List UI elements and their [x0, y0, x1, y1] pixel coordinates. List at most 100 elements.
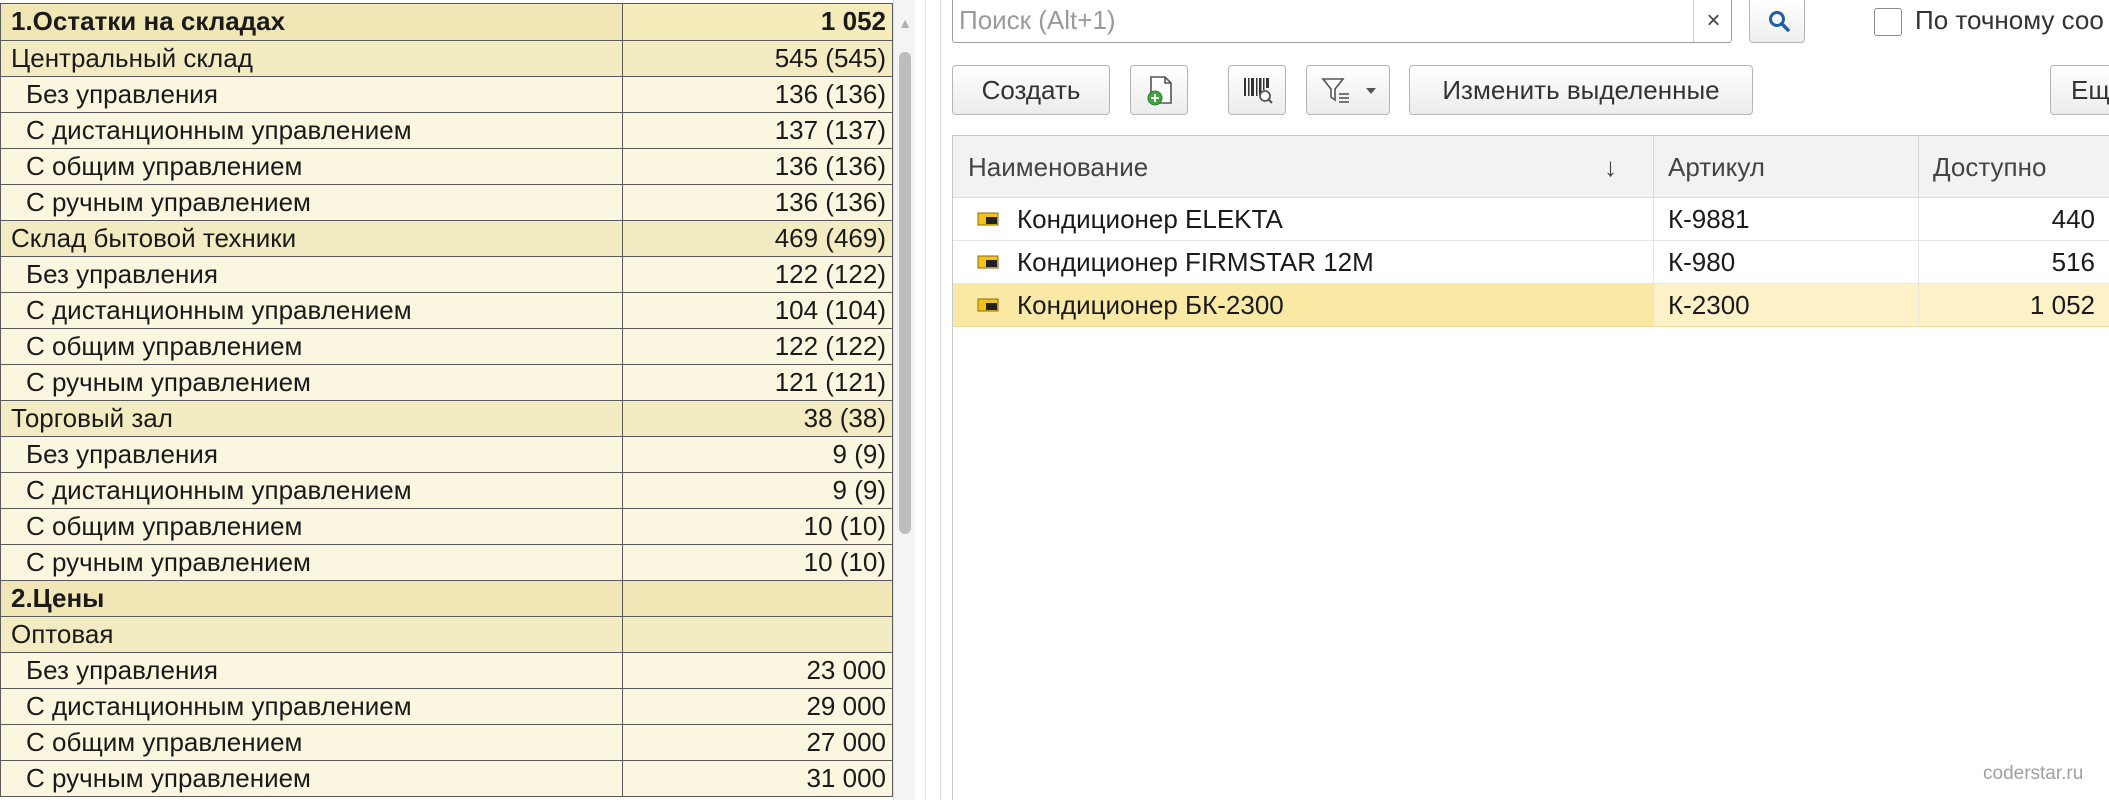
filter-dropdown-button[interactable]: [1306, 65, 1390, 115]
report-table: 1.Остатки на складах 1 052 Центральный скл…: [0, 3, 893, 797]
report-row-name: Торговый зал: [0, 401, 623, 436]
report-row[interactable]: С общим управлением 136 (136): [0, 149, 893, 185]
product-list-panel: × По точному соо Создать: [942, 0, 2109, 800]
report-row[interactable]: С дистанционным управлением 9 (9): [0, 473, 893, 509]
report-row[interactable]: Торговый зал 38 (38): [0, 401, 893, 437]
cell-divider: [1918, 284, 1919, 327]
exact-match-checkbox[interactable]: [1874, 8, 1902, 36]
report-row-value: [623, 617, 893, 652]
report-row-name: Без управления: [0, 77, 623, 112]
report-row-name: Склад бытовой техники: [0, 221, 623, 256]
barcode-icon: [1244, 78, 1273, 104]
table-row[interactable]: Кондиционер ELEKTA К-9881 440: [953, 198, 2109, 241]
scrollbar-thumb[interactable]: [899, 52, 911, 534]
edit-selected-button[interactable]: Изменить выделенные: [1409, 65, 1753, 115]
clear-search-button[interactable]: ×: [1693, 0, 1733, 42]
report-row-value: 23 000: [623, 653, 893, 688]
report-row-value: 545 (545): [623, 41, 893, 76]
table-row[interactable]: Кондиционер FIRMSTAR 12M К-980 516: [953, 241, 2109, 284]
report-row-name: С общим управлением: [0, 725, 623, 760]
search-button[interactable]: [1749, 0, 1805, 43]
report-row-value: 136 (136): [623, 185, 893, 220]
report-row-value: 104 (104): [623, 293, 893, 328]
report-row[interactable]: С ручным управлением 121 (121): [0, 365, 893, 401]
report-row[interactable]: Без управления 23 000: [0, 653, 893, 689]
report-row[interactable]: С ручным управлением 10 (10): [0, 545, 893, 581]
column-header-name[interactable]: Наименование: [968, 136, 1148, 198]
report-row[interactable]: С дистанционным управлением 104 (104): [0, 293, 893, 329]
report-row-value: 9 (9): [623, 473, 893, 508]
report-row-value: 29 000: [623, 689, 893, 724]
cell-divider: [1918, 241, 1919, 284]
report-row-name: С общим управлением: [0, 149, 623, 184]
report-row-value: 1 052: [623, 4, 893, 40]
report-row[interactable]: С дистанционным управлением 137 (137): [0, 113, 893, 149]
report-row[interactable]: С ручным управлением 31 000: [0, 761, 893, 797]
report-row[interactable]: С дистанционным управлением 29 000: [0, 689, 893, 725]
report-row[interactable]: С ручным управлением 136 (136): [0, 185, 893, 221]
table-row[interactable]: Кондиционер БК-2300 К-2300 1 052: [953, 284, 2109, 327]
cell-name: Кондиционер БК-2300: [1017, 290, 1284, 320]
product-item-icon: [977, 255, 999, 269]
product-item-icon: [977, 212, 999, 226]
cell-divider: [1918, 198, 1919, 241]
report-row-name: С общим управлением: [0, 509, 623, 544]
report-scrollbar[interactable]: ▲: [893, 0, 915, 800]
report-row[interactable]: Центральный склад 545 (545): [0, 41, 893, 77]
cell-divider: [1653, 241, 1654, 284]
cell-divider: [1653, 198, 1654, 241]
report-row[interactable]: 1.Остатки на складах 1 052: [0, 3, 893, 41]
report-row[interactable]: Склад бытовой техники 469 (469): [0, 221, 893, 257]
more-button[interactable]: Ещ: [2050, 65, 2109, 115]
product-grid: Наименование ↓ Артикул Доступно Кондицио…: [952, 135, 2109, 800]
column-divider[interactable]: [1653, 136, 1654, 198]
column-header-available[interactable]: Доступно: [1933, 136, 2046, 198]
report-row-value: 469 (469): [623, 221, 893, 256]
copy-button[interactable]: [1130, 65, 1188, 115]
sort-descending-icon[interactable]: ↓: [1604, 136, 1617, 198]
barcode-search-button[interactable]: [1228, 65, 1286, 115]
cell-divider: [1653, 284, 1654, 327]
scroll-up-arrow-icon[interactable]: ▲: [894, 8, 916, 38]
report-row[interactable]: 2.Цены: [0, 581, 893, 617]
report-row-value: 38 (38): [623, 401, 893, 436]
column-header-article[interactable]: Артикул: [1668, 136, 1765, 198]
report-row-value: 136 (136): [623, 77, 893, 112]
cell-article: К-980: [1668, 247, 1736, 277]
create-button[interactable]: Создать: [952, 65, 1110, 115]
report-row-value: 9 (9): [623, 437, 893, 472]
grid-header: Наименование ↓ Артикул Доступно: [953, 136, 2109, 198]
report-row-name: С общим управлением: [0, 329, 623, 364]
report-row-value: 10 (10): [623, 509, 893, 544]
report-row-name: С дистанционным управлением: [0, 113, 623, 148]
report-row-name: Без управления: [0, 437, 623, 472]
column-divider[interactable]: [1918, 136, 1919, 198]
report-row-name: Без управления: [0, 257, 623, 292]
search-box: ×: [952, 0, 1732, 43]
cell-name: Кондиционер ELEKTA: [1017, 204, 1283, 234]
watermark: coderstar.ru: [1983, 763, 2084, 784]
report-row[interactable]: Оптовая: [0, 617, 893, 653]
cell-name: Кондиционер FIRMSTAR 12M: [1017, 247, 1374, 277]
cell-article: К-2300: [1653, 284, 1918, 326]
report-row[interactable]: Без управления 122 (122): [0, 257, 893, 293]
panel-splitter[interactable]: [925, 0, 941, 800]
report-row[interactable]: С общим управлением 10 (10): [0, 509, 893, 545]
report-row[interactable]: С общим управлением 27 000: [0, 725, 893, 761]
report-row-name: С ручным управлением: [0, 545, 623, 580]
report-panel: 1.Остатки на складах 1 052 Центральный скл…: [0, 0, 893, 800]
report-row[interactable]: Без управления 136 (136): [0, 77, 893, 113]
product-item-icon: [977, 298, 999, 312]
report-row-value: 10 (10): [623, 545, 893, 580]
report-row-value: [623, 581, 893, 616]
search-icon: [1769, 11, 1790, 32]
search-input[interactable]: [955, 0, 1685, 40]
report-row[interactable]: Без управления 9 (9): [0, 437, 893, 473]
report-row-name: С дистанционным управлением: [0, 473, 623, 508]
filter-icon: [1321, 78, 1349, 103]
report-row[interactable]: С общим управлением 122 (122): [0, 329, 893, 365]
report-row-value: 137 (137): [623, 113, 893, 148]
report-row-value: 31 000: [623, 761, 893, 796]
report-row-name: С ручным управлением: [0, 185, 623, 220]
copy-document-icon: [1147, 76, 1172, 106]
